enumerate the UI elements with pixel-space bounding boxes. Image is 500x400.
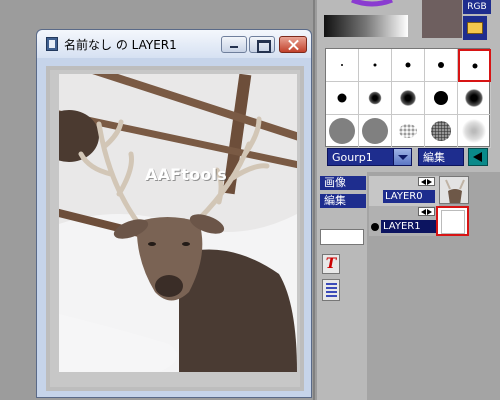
panel-divider — [313, 0, 315, 400]
layers-panel: LAYER0 LAYER1 — [367, 172, 500, 400]
brush-cell[interactable] — [458, 82, 491, 115]
visibility-dot-icon[interactable] — [371, 223, 379, 231]
layer-thumbnail[interactable] — [436, 206, 469, 236]
brush-cell[interactable] — [392, 82, 425, 115]
rgb-mode-label[interactable]: RGB — [463, 0, 491, 14]
folder-icon — [467, 22, 483, 34]
edit-menu-button[interactable]: 編集 — [320, 194, 366, 208]
window-title: 名前なし の LAYER1 — [64, 38, 177, 52]
close-button[interactable] — [279, 36, 307, 53]
brush-dot — [341, 64, 343, 66]
color-wheel-fragment[interactable] — [317, 0, 417, 12]
brush-dot — [462, 119, 486, 143]
layer-row-selected[interactable]: LAYER1 — [369, 206, 469, 236]
canvas-area: AAFtools — [46, 66, 304, 391]
layer-thumbnail[interactable] — [439, 176, 469, 204]
brush-grid — [325, 48, 491, 148]
brush-cell[interactable] — [359, 82, 392, 115]
brush-dot — [431, 121, 451, 141]
brush-dot — [405, 62, 411, 68]
minimize-button[interactable] — [221, 36, 247, 53]
brush-cell-selected[interactable] — [458, 49, 491, 82]
brush-dot — [472, 63, 477, 68]
brush-cell[interactable] — [458, 115, 491, 148]
brush-dot — [399, 124, 417, 138]
brush-dot — [373, 63, 377, 67]
canvas-photo[interactable]: AAFtools — [59, 74, 297, 372]
window-titlebar[interactable]: 名前なし の LAYER1 — [37, 30, 311, 58]
brush-panel: Gourp1 編集 — [317, 44, 500, 172]
brush-cell[interactable] — [359, 115, 392, 148]
layer-name-field[interactable] — [320, 229, 364, 245]
watermark-text: AAFtools — [145, 165, 227, 184]
image-window: 名前なし の LAYER1 AAFtools — [36, 29, 312, 398]
app-icon — [46, 37, 58, 51]
brush-cell[interactable] — [392, 115, 425, 148]
text-tool-icon[interactable]: T — [322, 254, 340, 274]
brush-dot — [434, 91, 448, 105]
layer-list-icon[interactable] — [322, 279, 340, 301]
brush-dot — [362, 118, 388, 144]
maximize-button[interactable] — [249, 36, 275, 53]
tool-column: 画像 編集 T — [317, 172, 367, 400]
brush-cell[interactable] — [359, 49, 392, 82]
brush-cell[interactable] — [425, 49, 458, 82]
layer-row[interactable]: LAYER0 — [369, 176, 469, 206]
layer-name: LAYER1 — [381, 220, 436, 233]
brush-dot — [438, 62, 444, 68]
brush-cell[interactable] — [425, 82, 458, 115]
image-menu-button[interactable]: 画像 — [320, 176, 366, 190]
deer-photo-image — [59, 74, 297, 372]
layer-name: LAYER0 — [383, 190, 435, 203]
chevron-down-icon[interactable] — [393, 148, 412, 166]
brush-cell[interactable] — [326, 49, 359, 82]
current-color-swatch[interactable] — [422, 0, 462, 38]
brush-cell[interactable] — [326, 115, 359, 148]
brush-dot — [337, 93, 347, 103]
brush-dot — [465, 89, 483, 107]
brightness-gradient[interactable] — [324, 15, 408, 37]
open-folder-button[interactable] — [463, 16, 487, 40]
brush-dot — [368, 91, 382, 105]
layer-move-arrows-icon[interactable] — [418, 177, 435, 186]
layer-move-arrows-icon[interactable] — [418, 207, 435, 216]
layer-thumbnail-image — [440, 177, 468, 203]
brush-cell[interactable] — [326, 82, 359, 115]
brush-dot — [400, 90, 416, 106]
brush-dot — [329, 118, 355, 144]
brush-cell[interactable] — [425, 115, 458, 148]
collapse-arrow-icon[interactable] — [468, 148, 488, 166]
brush-edit-button[interactable]: 編集 — [418, 148, 464, 166]
brush-cell[interactable] — [392, 49, 425, 82]
